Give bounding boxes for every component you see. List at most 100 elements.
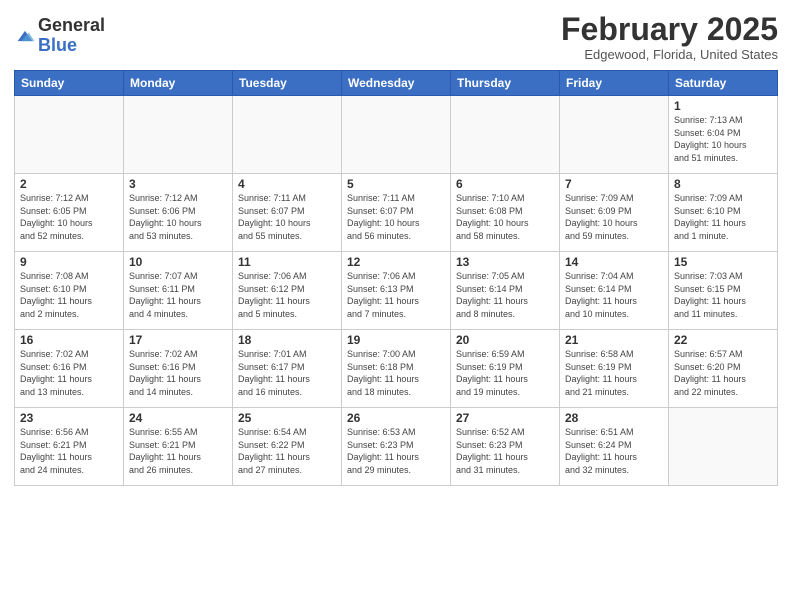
logo-general: General	[38, 15, 105, 35]
day-number: 6	[456, 177, 554, 191]
day-info: Sunrise: 7:06 AMSunset: 6:13 PMDaylight:…	[347, 270, 445, 320]
weekday-header: Saturday	[669, 71, 778, 96]
day-number: 8	[674, 177, 772, 191]
calendar-day-cell: 25Sunrise: 6:54 AMSunset: 6:22 PMDayligh…	[233, 408, 342, 486]
calendar-week-row: 16Sunrise: 7:02 AMSunset: 6:16 PMDayligh…	[15, 330, 778, 408]
day-info: Sunrise: 6:56 AMSunset: 6:21 PMDaylight:…	[20, 426, 118, 476]
calendar-week-row: 23Sunrise: 6:56 AMSunset: 6:21 PMDayligh…	[15, 408, 778, 486]
calendar-day-cell: 21Sunrise: 6:58 AMSunset: 6:19 PMDayligh…	[560, 330, 669, 408]
day-info: Sunrise: 7:11 AMSunset: 6:07 PMDaylight:…	[347, 192, 445, 242]
logo: General Blue	[14, 16, 105, 56]
day-number: 20	[456, 333, 554, 347]
calendar-day-cell: 28Sunrise: 6:51 AMSunset: 6:24 PMDayligh…	[560, 408, 669, 486]
day-info: Sunrise: 7:07 AMSunset: 6:11 PMDaylight:…	[129, 270, 227, 320]
location: Edgewood, Florida, United States	[561, 47, 778, 62]
day-number: 27	[456, 411, 554, 425]
day-number: 19	[347, 333, 445, 347]
day-info: Sunrise: 7:03 AMSunset: 6:15 PMDaylight:…	[674, 270, 772, 320]
day-number: 25	[238, 411, 336, 425]
day-number: 18	[238, 333, 336, 347]
day-number: 2	[20, 177, 118, 191]
calendar-week-row: 2Sunrise: 7:12 AMSunset: 6:05 PMDaylight…	[15, 174, 778, 252]
weekday-header: Sunday	[15, 71, 124, 96]
calendar-day-cell	[124, 96, 233, 174]
calendar-day-cell: 4Sunrise: 7:11 AMSunset: 6:07 PMDaylight…	[233, 174, 342, 252]
day-info: Sunrise: 7:02 AMSunset: 6:16 PMDaylight:…	[129, 348, 227, 398]
day-info: Sunrise: 6:57 AMSunset: 6:20 PMDaylight:…	[674, 348, 772, 398]
day-number: 21	[565, 333, 663, 347]
calendar-day-cell: 3Sunrise: 7:12 AMSunset: 6:06 PMDaylight…	[124, 174, 233, 252]
logo-icon	[14, 25, 36, 47]
day-info: Sunrise: 7:12 AMSunset: 6:05 PMDaylight:…	[20, 192, 118, 242]
calendar-day-cell: 16Sunrise: 7:02 AMSunset: 6:16 PMDayligh…	[15, 330, 124, 408]
day-info: Sunrise: 7:08 AMSunset: 6:10 PMDaylight:…	[20, 270, 118, 320]
day-info: Sunrise: 7:05 AMSunset: 6:14 PMDaylight:…	[456, 270, 554, 320]
day-info: Sunrise: 6:58 AMSunset: 6:19 PMDaylight:…	[565, 348, 663, 398]
calendar-day-cell: 19Sunrise: 7:00 AMSunset: 6:18 PMDayligh…	[342, 330, 451, 408]
day-info: Sunrise: 6:55 AMSunset: 6:21 PMDaylight:…	[129, 426, 227, 476]
calendar-day-cell: 9Sunrise: 7:08 AMSunset: 6:10 PMDaylight…	[15, 252, 124, 330]
calendar-day-cell	[342, 96, 451, 174]
weekday-header: Tuesday	[233, 71, 342, 96]
day-info: Sunrise: 7:09 AMSunset: 6:10 PMDaylight:…	[674, 192, 772, 242]
day-number: 24	[129, 411, 227, 425]
day-number: 16	[20, 333, 118, 347]
day-number: 11	[238, 255, 336, 269]
calendar-day-cell: 12Sunrise: 7:06 AMSunset: 6:13 PMDayligh…	[342, 252, 451, 330]
day-number: 9	[20, 255, 118, 269]
calendar-day-cell: 1Sunrise: 7:13 AMSunset: 6:04 PMDaylight…	[669, 96, 778, 174]
day-number: 12	[347, 255, 445, 269]
calendar-day-cell: 23Sunrise: 6:56 AMSunset: 6:21 PMDayligh…	[15, 408, 124, 486]
day-number: 22	[674, 333, 772, 347]
day-number: 10	[129, 255, 227, 269]
logo-blue: Blue	[38, 35, 77, 55]
calendar-day-cell: 22Sunrise: 6:57 AMSunset: 6:20 PMDayligh…	[669, 330, 778, 408]
day-info: Sunrise: 7:02 AMSunset: 6:16 PMDaylight:…	[20, 348, 118, 398]
weekday-header: Wednesday	[342, 71, 451, 96]
calendar-day-cell: 26Sunrise: 6:53 AMSunset: 6:23 PMDayligh…	[342, 408, 451, 486]
day-info: Sunrise: 7:06 AMSunset: 6:12 PMDaylight:…	[238, 270, 336, 320]
day-info: Sunrise: 6:54 AMSunset: 6:22 PMDaylight:…	[238, 426, 336, 476]
calendar-day-cell: 27Sunrise: 6:52 AMSunset: 6:23 PMDayligh…	[451, 408, 560, 486]
calendar-day-cell	[451, 96, 560, 174]
calendar-day-cell: 17Sunrise: 7:02 AMSunset: 6:16 PMDayligh…	[124, 330, 233, 408]
logo-text: General Blue	[38, 16, 105, 56]
page: General Blue February 2025 Edgewood, Flo…	[0, 0, 792, 612]
day-info: Sunrise: 6:59 AMSunset: 6:19 PMDaylight:…	[456, 348, 554, 398]
day-number: 3	[129, 177, 227, 191]
day-number: 26	[347, 411, 445, 425]
calendar-day-cell: 14Sunrise: 7:04 AMSunset: 6:14 PMDayligh…	[560, 252, 669, 330]
day-info: Sunrise: 6:53 AMSunset: 6:23 PMDaylight:…	[347, 426, 445, 476]
calendar-day-cell: 10Sunrise: 7:07 AMSunset: 6:11 PMDayligh…	[124, 252, 233, 330]
day-info: Sunrise: 7:13 AMSunset: 6:04 PMDaylight:…	[674, 114, 772, 164]
calendar-day-cell: 13Sunrise: 7:05 AMSunset: 6:14 PMDayligh…	[451, 252, 560, 330]
day-info: Sunrise: 7:01 AMSunset: 6:17 PMDaylight:…	[238, 348, 336, 398]
day-number: 13	[456, 255, 554, 269]
calendar-day-cell: 11Sunrise: 7:06 AMSunset: 6:12 PMDayligh…	[233, 252, 342, 330]
day-number: 7	[565, 177, 663, 191]
header: General Blue February 2025 Edgewood, Flo…	[14, 12, 778, 62]
calendar-day-cell: 8Sunrise: 7:09 AMSunset: 6:10 PMDaylight…	[669, 174, 778, 252]
calendar-day-cell	[15, 96, 124, 174]
day-info: Sunrise: 6:52 AMSunset: 6:23 PMDaylight:…	[456, 426, 554, 476]
calendar-day-cell: 18Sunrise: 7:01 AMSunset: 6:17 PMDayligh…	[233, 330, 342, 408]
weekday-header: Monday	[124, 71, 233, 96]
day-number: 1	[674, 99, 772, 113]
day-number: 23	[20, 411, 118, 425]
calendar-day-cell: 2Sunrise: 7:12 AMSunset: 6:05 PMDaylight…	[15, 174, 124, 252]
day-number: 15	[674, 255, 772, 269]
day-number: 17	[129, 333, 227, 347]
calendar-day-cell	[560, 96, 669, 174]
calendar-week-row: 9Sunrise: 7:08 AMSunset: 6:10 PMDaylight…	[15, 252, 778, 330]
day-info: Sunrise: 7:00 AMSunset: 6:18 PMDaylight:…	[347, 348, 445, 398]
weekday-header: Thursday	[451, 71, 560, 96]
month-title: February 2025	[561, 12, 778, 47]
weekday-header: Friday	[560, 71, 669, 96]
calendar-day-cell: 20Sunrise: 6:59 AMSunset: 6:19 PMDayligh…	[451, 330, 560, 408]
day-info: Sunrise: 7:09 AMSunset: 6:09 PMDaylight:…	[565, 192, 663, 242]
title-block: February 2025 Edgewood, Florida, United …	[561, 12, 778, 62]
calendar-day-cell: 5Sunrise: 7:11 AMSunset: 6:07 PMDaylight…	[342, 174, 451, 252]
calendar-day-cell	[669, 408, 778, 486]
calendar-week-row: 1Sunrise: 7:13 AMSunset: 6:04 PMDaylight…	[15, 96, 778, 174]
day-info: Sunrise: 7:12 AMSunset: 6:06 PMDaylight:…	[129, 192, 227, 242]
